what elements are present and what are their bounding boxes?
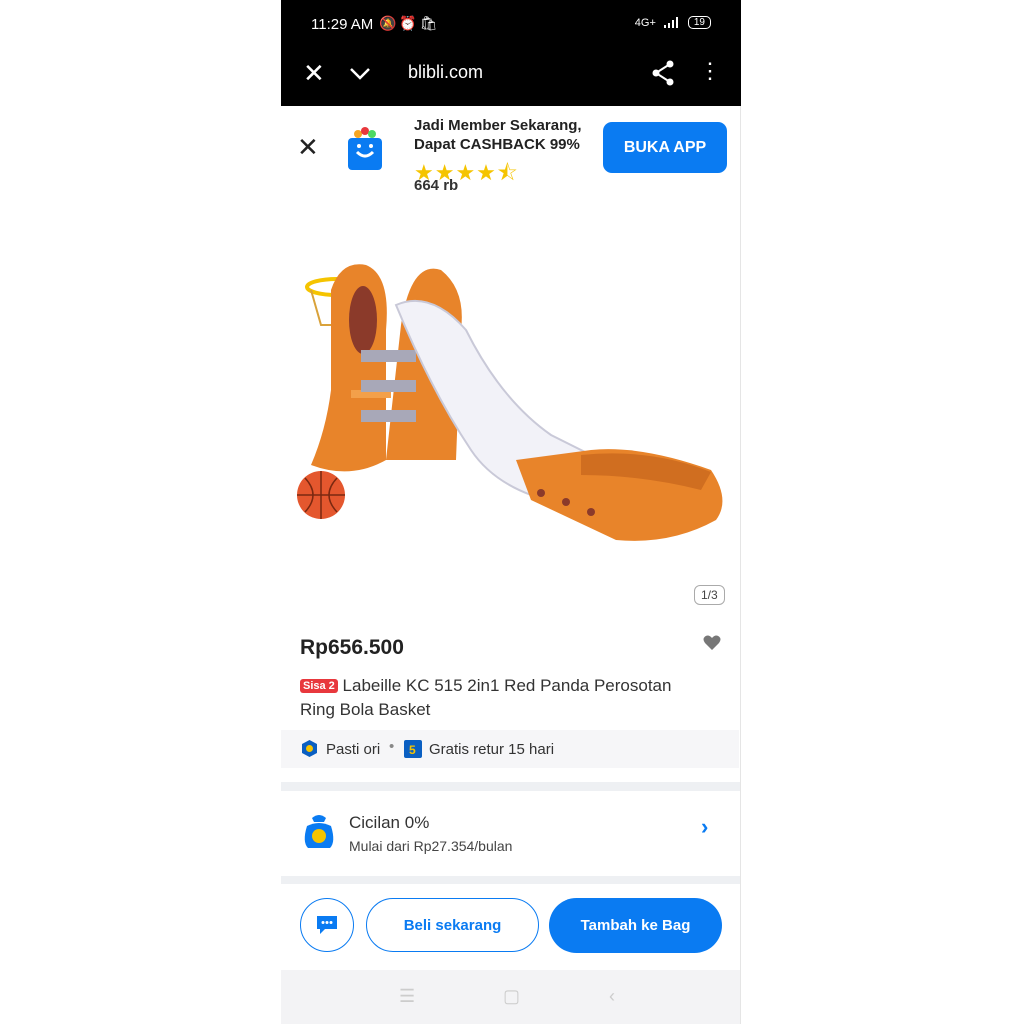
buy-now-button[interactable]: Beli sekarang bbox=[366, 898, 539, 952]
chat-button[interactable] bbox=[300, 898, 354, 952]
review-count: 664 rb bbox=[414, 177, 459, 194]
blibli-logo bbox=[348, 127, 382, 170]
stock-badge: Sisa 2 bbox=[300, 679, 338, 693]
close-banner-icon[interactable]: ✕ bbox=[297, 132, 319, 163]
status-bar: 11:29 AM 🔕⏰🛍 4G+ 19 bbox=[281, 0, 741, 48]
chevron-down-icon[interactable] bbox=[349, 62, 371, 84]
notification-icons: 🔕⏰🛍 bbox=[379, 15, 441, 31]
product-title: Sisa 2 Labeille KC 515 2in1 Red Panda Pe… bbox=[300, 674, 710, 722]
chat-icon bbox=[317, 916, 337, 934]
svg-text:5: 5 bbox=[409, 743, 416, 757]
product-price: Rp656.500 bbox=[300, 636, 404, 659]
assurance-bar: Pasti ori • 5 Gratis retur 15 hari bbox=[281, 730, 739, 768]
back-icon[interactable]: ‹ bbox=[609, 986, 615, 1007]
authentic-badge-icon bbox=[302, 740, 317, 757]
home-icon[interactable]: ▢ bbox=[503, 986, 520, 1007]
status-time: 11:29 AM bbox=[311, 16, 374, 33]
assurance-original: Pasti ori bbox=[326, 741, 381, 758]
promo-line-2: Dapat CASHBACK 99% bbox=[414, 136, 580, 153]
open-app-button[interactable]: BUKA APP bbox=[603, 122, 727, 173]
app-promo-banner: ✕ Jadi Member Sekarang, Dapat CASHBACK 9… bbox=[281, 106, 741, 206]
browser-toolbar: ✕ blibli.com ⋮ bbox=[281, 48, 741, 106]
installment-title: Cicilan 0% bbox=[349, 813, 430, 832]
bottom-action-bar: Beli sekarang Tambah ke Bag bbox=[281, 884, 741, 970]
battery-icon: 19 bbox=[687, 16, 711, 29]
share-icon[interactable] bbox=[651, 60, 675, 86]
separator-dot: • bbox=[389, 738, 395, 755]
more-options-icon[interactable]: ⋮ bbox=[699, 60, 721, 82]
status-right: 4G+ 19 bbox=[635, 16, 711, 29]
screen-edge bbox=[740, 106, 741, 1024]
installment-bag-icon bbox=[304, 815, 334, 848]
product-title-text: Labeille KC 515 2in1 Red Panda Perosotan… bbox=[300, 676, 672, 719]
recent-apps-icon[interactable]: ☰ bbox=[399, 986, 415, 1007]
close-tab-icon[interactable]: ✕ bbox=[303, 58, 325, 89]
add-to-bag-button[interactable]: Tambah ke Bag bbox=[549, 898, 722, 953]
signal-icon bbox=[663, 17, 678, 28]
promo-text: Jadi Member Sekarang, Dapat CASHBACK 99% bbox=[414, 116, 582, 154]
assurance-return: Gratis retur 15 hari bbox=[429, 741, 555, 758]
system-nav-bar: ☰ ▢ ‹ bbox=[281, 970, 741, 1024]
installment-row[interactable]: Cicilan 0% Mulai dari Rp27.354/bulan › bbox=[281, 792, 741, 876]
installment-subtitle: Mulai dari Rp27.354/bulan bbox=[349, 838, 513, 854]
phone-screen: 11:29 AM 🔕⏰🛍 4G+ 19 ✕ blibli.com ⋮ ✕ Jad… bbox=[281, 0, 741, 1024]
url-text[interactable]: blibli.com bbox=[408, 62, 483, 83]
wishlist-heart-icon[interactable] bbox=[702, 633, 722, 653]
return-badge-icon: 5 bbox=[404, 740, 422, 758]
promo-line-1: Jadi Member Sekarang, bbox=[414, 117, 582, 134]
network-label: 4G+ bbox=[634, 16, 656, 29]
product-image[interactable] bbox=[291, 250, 741, 560]
section-divider bbox=[281, 782, 741, 791]
chevron-right-icon[interactable]: › bbox=[701, 814, 708, 840]
image-counter: 1/3 bbox=[694, 585, 725, 605]
